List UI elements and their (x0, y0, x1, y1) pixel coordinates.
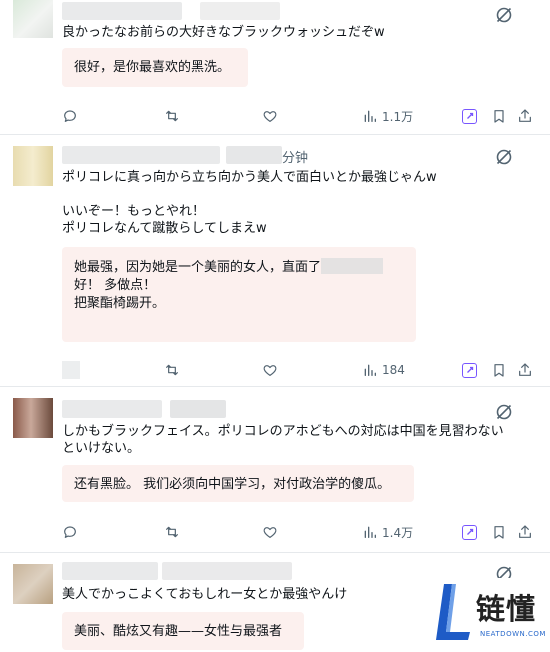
watermark-l-icon (436, 584, 470, 640)
bookmark-icon (494, 364, 504, 377)
share-button[interactable] (517, 360, 533, 380)
user-handle-redacted (162, 562, 292, 580)
share-icon (519, 109, 531, 122)
retweet-icon (166, 110, 178, 122)
share-button[interactable] (517, 522, 533, 542)
user-name-redacted[interactable] (62, 146, 220, 164)
tweet-item[interactable]: 分钟 ポリコレに真っ向から立ち向かう美人で面白いとか最強じゃんw いいぞー！もっ… (0, 134, 550, 387)
tweet-text: ポリコレに真っ向から立ち向かう美人で面白いとか最強じゃんw いいぞー！もっとやれ… (62, 170, 437, 236)
grok-button[interactable] (462, 522, 477, 542)
like-button[interactable] (262, 522, 278, 542)
like-button[interactable] (262, 106, 278, 126)
watermark-logo: 链懂 NEATDOWN.COM (432, 578, 550, 650)
bookmark-button[interactable] (491, 106, 507, 126)
reply-icon (64, 110, 76, 122)
translated-text: 还有黑脸。 我们必须向中国学习，对付政治学的傻瓜。 (62, 465, 414, 502)
bookmark-button[interactable] (491, 522, 507, 542)
views-chart-icon (364, 526, 376, 538)
more-options-button[interactable] (494, 402, 514, 422)
retweet-icon (166, 526, 178, 538)
views-button[interactable]: 184 (362, 360, 405, 380)
translated-text: 很好，是你最喜欢的黑洗。 (62, 48, 248, 87)
views-count: 1.1万 (382, 109, 414, 124)
user-name-redacted[interactable] (62, 2, 182, 20)
views-count: 184 (382, 363, 405, 377)
views-button[interactable]: 1.1万 (362, 106, 413, 126)
bookmark-button[interactable] (491, 360, 507, 380)
user-name-redacted[interactable] (62, 562, 158, 580)
timestamp[interactable]: 分钟 (282, 147, 308, 166)
more-options-button[interactable] (494, 5, 514, 25)
tweet-item[interactable]: 良かったなお前らの大好きなブラックウォッシュだぞw 很好，是你最喜欢的黑洗。 1… (0, 0, 550, 135)
redacted-name (321, 258, 384, 274)
translated-text-rest: 好！ 多做点！ 把聚酯椅踢开。 (74, 278, 166, 311)
grok-button[interactable] (462, 360, 477, 380)
views-count: 1.4万 (382, 525, 414, 540)
user-handle-redacted (170, 400, 226, 418)
user-name-redacted[interactable] (62, 400, 162, 418)
reply-icon (62, 361, 80, 379)
retweet-icon (166, 364, 178, 376)
watermark-cn-text: 链懂 (476, 592, 537, 626)
tweet-actions: 1.1万 (62, 106, 540, 126)
heart-icon (263, 527, 277, 538)
user-handle-redacted (200, 2, 280, 20)
grok-icon (462, 108, 477, 124)
tweet-actions: 184 (62, 360, 540, 380)
retweet-button[interactable] (164, 106, 180, 126)
tweet-feed: 良かったなお前らの大好きなブラックウォッシュだぞw 很好，是你最喜欢的黑洗。 1… (0, 0, 550, 650)
share-button[interactable] (517, 106, 533, 126)
like-button[interactable] (262, 360, 278, 380)
share-icon (519, 363, 531, 376)
heart-icon (263, 111, 277, 122)
avatar[interactable] (13, 0, 53, 38)
heart-icon (263, 365, 277, 376)
reply-button[interactable] (62, 360, 80, 380)
slashed-circle-icon (496, 149, 512, 165)
views-button[interactable]: 1.4万 (362, 522, 413, 542)
reply-button[interactable] (62, 106, 78, 126)
retweet-button[interactable] (164, 360, 180, 380)
reply-button[interactable] (62, 522, 78, 542)
avatar[interactable] (13, 398, 53, 438)
translated-text-line: 她最强，因为她是一个美丽的女人，直面了 (74, 260, 322, 275)
more-options-button[interactable] (494, 147, 514, 167)
tweet-text: しかもブラックフェイス。ポリコレのアホどもへの対応は中国を見習わない といけない… (62, 424, 504, 456)
grok-icon (462, 362, 477, 378)
translated-text: 美丽、酷炫又有趣——女性与最强者 (62, 612, 304, 650)
watermark-en-text: NEATDOWN.COM (480, 630, 546, 638)
avatar[interactable] (13, 564, 53, 604)
bookmark-icon (494, 110, 504, 123)
views-chart-icon (364, 110, 376, 122)
tweet-text: 良かったなお前らの大好きなブラックウォッシュだぞw (62, 25, 385, 40)
retweet-button[interactable] (164, 522, 180, 542)
slashed-circle-icon (496, 7, 512, 23)
share-icon (519, 525, 531, 538)
avatar[interactable] (13, 146, 53, 186)
bookmark-icon (494, 526, 504, 539)
tweet-actions: 1.4万 (62, 522, 540, 542)
slashed-circle-icon (496, 404, 512, 420)
translated-text: 她最强，因为她是一个美丽的女人，直面了 好！ 多做点！ 把聚酯椅踢开。 (62, 247, 416, 342)
views-chart-icon (364, 364, 376, 376)
grok-button[interactable] (462, 106, 477, 126)
user-handle-redacted (226, 146, 282, 164)
grok-icon (462, 524, 477, 540)
tweet-item[interactable]: しかもブラックフェイス。ポリコレのアホどもへの対応は中国を見習わない といけない… (0, 386, 550, 553)
reply-icon (64, 526, 76, 538)
